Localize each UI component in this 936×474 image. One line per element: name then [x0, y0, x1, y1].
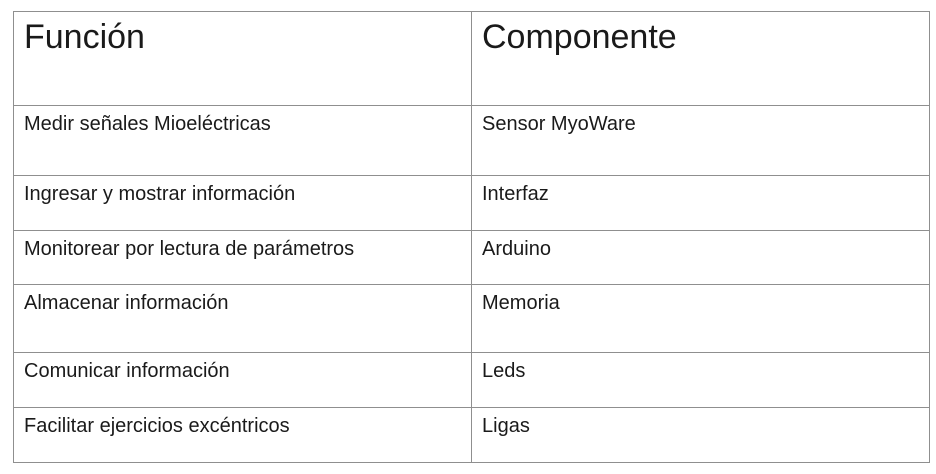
table-row: Monitorear por lectura de parámetros Ard… — [13, 230, 930, 285]
table-row: Ingresar y mostrar información Interfaz — [13, 175, 930, 231]
cell-componente: Sensor MyoWare — [471, 105, 930, 176]
header-componente: Componente — [471, 11, 930, 106]
cell-componente: Interfaz — [471, 175, 930, 231]
cell-funcion: Ingresar y mostrar información — [13, 175, 472, 231]
table-header-row: Función Componente — [13, 11, 930, 106]
cell-funcion: Medir señales Mioeléctricas — [13, 105, 472, 176]
cell-funcion: Almacenar información — [13, 284, 472, 353]
cell-componente: Ligas — [471, 407, 930, 463]
table-row: Almacenar información Memoria — [13, 284, 930, 353]
cell-funcion: Facilitar ejercicios excéntricos — [13, 407, 472, 463]
table-row: Medir señales Mioeléctricas Sensor MyoWa… — [13, 105, 930, 176]
table-row: Comunicar información Leds — [13, 352, 930, 408]
function-component-table-container: Función Componente Medir señales Mioeléc… — [13, 11, 930, 463]
cell-funcion: Monitorear por lectura de parámetros — [13, 230, 472, 285]
table-row: Facilitar ejercicios excéntricos Ligas — [13, 407, 930, 463]
cell-componente: Memoria — [471, 284, 930, 353]
cell-componente: Leds — [471, 352, 930, 408]
header-funcion: Función — [13, 11, 472, 106]
cell-componente: Arduino — [471, 230, 930, 285]
function-component-table: Función Componente Medir señales Mioeléc… — [13, 11, 930, 463]
cell-funcion: Comunicar información — [13, 352, 472, 408]
